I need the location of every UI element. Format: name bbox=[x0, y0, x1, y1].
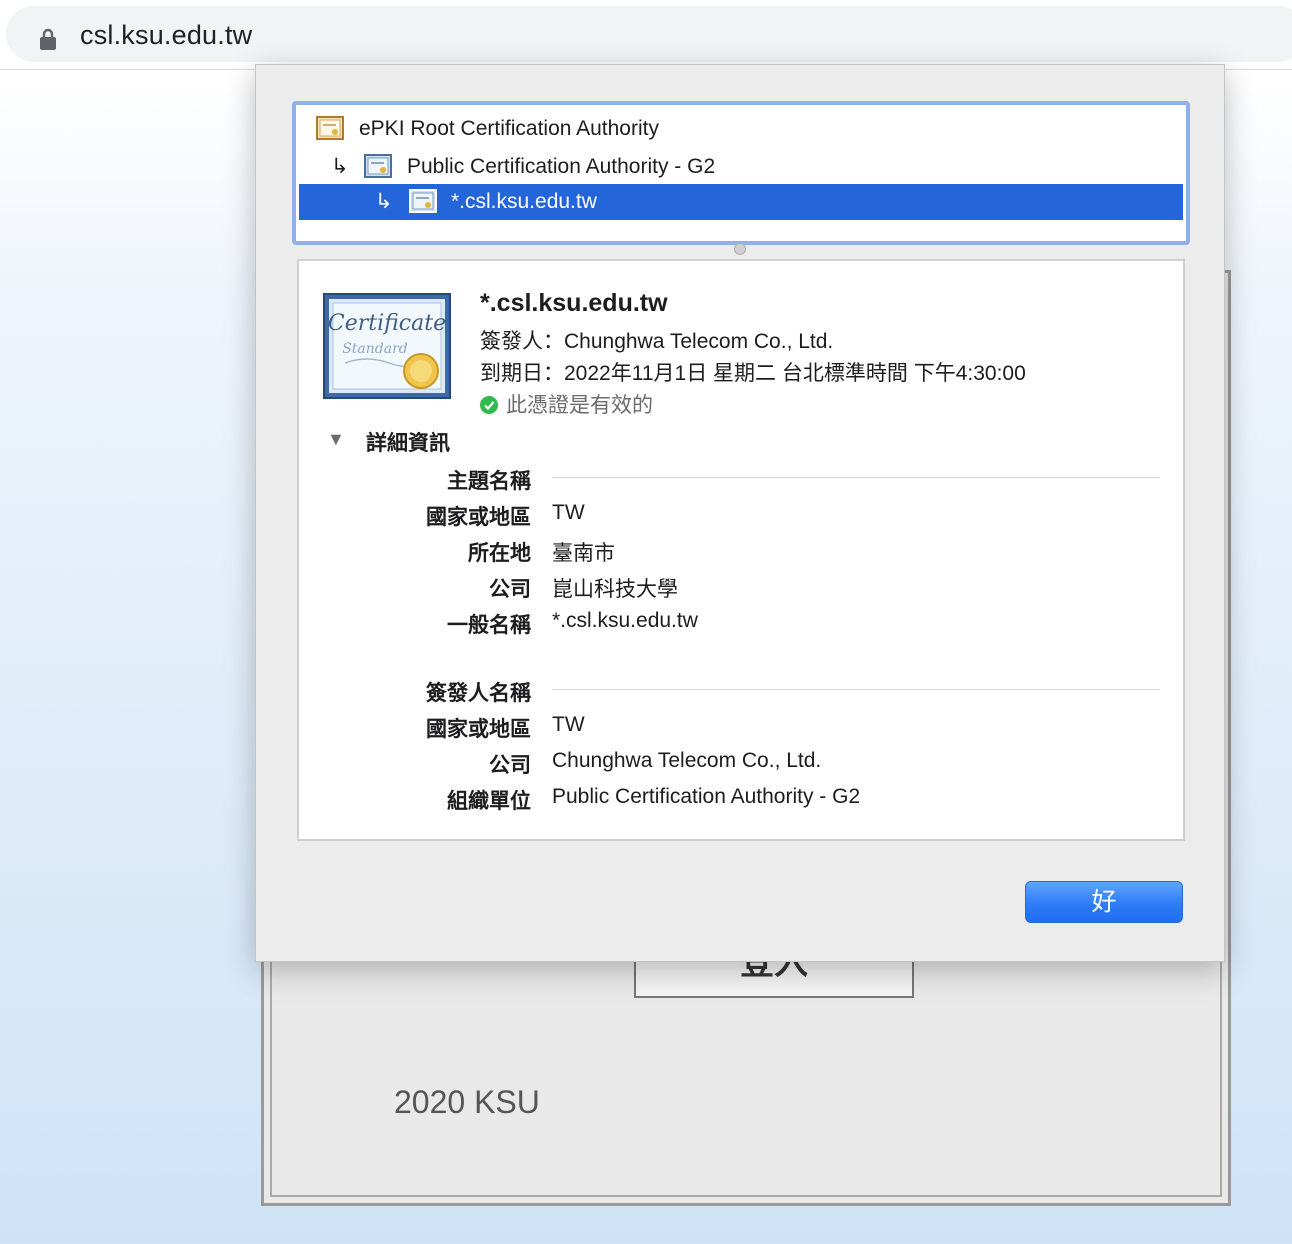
subject-name-heading: 主題名稱 bbox=[447, 470, 531, 493]
badge-text-standard: Standard bbox=[342, 341, 408, 357]
field-value: 崑山科技大學 bbox=[552, 578, 678, 601]
field-label: 一般名稱 bbox=[447, 614, 531, 637]
certificate-expiry: 到期日：2022年11月1日 星期二 台北標準時間 下午4:30:00 bbox=[480, 362, 1026, 385]
field-label: 國家或地區 bbox=[426, 506, 531, 529]
section-divider bbox=[552, 477, 1160, 478]
child-arrow-icon: ↳ bbox=[331, 155, 349, 178]
lock-icon[interactable] bbox=[40, 28, 56, 50]
field-label: 所在地 bbox=[468, 542, 531, 565]
child-arrow-icon: ↳ bbox=[375, 190, 393, 213]
split-view-handle[interactable] bbox=[734, 243, 746, 255]
field-value: Chunghwa Telecom Co., Ltd. bbox=[552, 749, 822, 772]
certificate-detail-pane: Certificate Standard *.csl.ksu.edu.tw 簽發… bbox=[297, 259, 1185, 841]
certificate-sheet: ePKI Root Certification Authority ↳ Publ… bbox=[255, 64, 1225, 962]
url-text[interactable]: csl.ksu.edu.tw bbox=[80, 20, 252, 51]
field-label: 公司 bbox=[489, 578, 531, 601]
chain-item-label: ePKI Root Certification Authority bbox=[359, 117, 659, 140]
certificate-issuer: 簽發人：Chunghwa Telecom Co., Ltd. bbox=[480, 330, 834, 353]
field-value: 臺南市 bbox=[552, 542, 615, 565]
chain-item-label: *.csl.ksu.edu.tw bbox=[451, 190, 597, 213]
ok-button[interactable]: 好 bbox=[1025, 881, 1183, 923]
chain-item-root[interactable]: ePKI Root Certification Authority bbox=[299, 111, 1183, 147]
certificate-title: *.csl.ksu.edu.tw bbox=[480, 289, 668, 317]
field-value: Public Certification Authority - G2 bbox=[552, 785, 861, 808]
field-value: *.csl.ksu.edu.tw bbox=[552, 609, 698, 632]
certificate-icon bbox=[364, 154, 392, 178]
address-bar[interactable]: csl.ksu.edu.tw bbox=[6, 6, 1292, 62]
issuer-name-heading: 簽發人名稱 bbox=[426, 682, 531, 705]
certificate-icon bbox=[409, 189, 437, 213]
chain-item-label: Public Certification Authority - G2 bbox=[407, 155, 716, 178]
field-label: 組織單位 bbox=[447, 790, 531, 813]
section-divider bbox=[552, 689, 1160, 690]
valid-check-icon bbox=[480, 396, 498, 414]
field-value: TW bbox=[552, 501, 585, 524]
details-heading[interactable]: 詳細資訊 bbox=[366, 427, 450, 457]
certificate-validity: 此憑證是有效的 bbox=[480, 389, 653, 419]
badge-text-certificate: Certificate bbox=[328, 311, 446, 336]
validity-text: 此憑證是有效的 bbox=[506, 394, 653, 417]
certificate-chain-list[interactable]: ePKI Root Certification Authority ↳ Publ… bbox=[292, 101, 1190, 245]
page-footer: 2020 KSU bbox=[394, 1084, 540, 1120]
disclosure-triangle-icon[interactable]: ▼ bbox=[327, 429, 345, 450]
field-label: 公司 bbox=[489, 754, 531, 777]
browser-toolbar: csl.ksu.edu.tw bbox=[0, 0, 1292, 70]
field-label: 國家或地區 bbox=[426, 718, 531, 741]
certificate-badge-icon: Certificate Standard bbox=[323, 293, 451, 399]
root-certificate-icon bbox=[316, 116, 344, 140]
chain-item-leaf-selected[interactable]: ↳ *.csl.ksu.edu.tw bbox=[299, 184, 1183, 220]
field-value: TW bbox=[552, 713, 585, 736]
chain-item-intermediate[interactable]: ↳ Public Certification Authority - G2 bbox=[299, 149, 1183, 185]
